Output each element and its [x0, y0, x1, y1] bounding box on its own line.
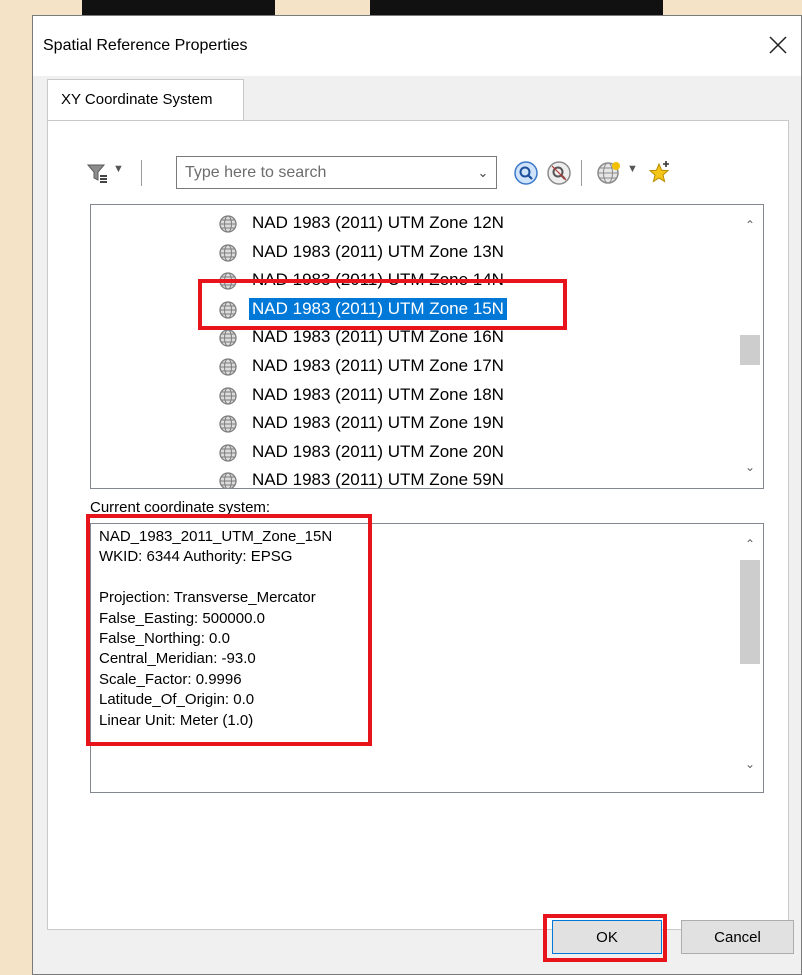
detail-line: WKID: 6344 Authority: EPSG: [99, 548, 293, 566]
dialog-title: Spatial Reference Properties: [43, 37, 248, 54]
list-item-label: NAD 1983 (2011) UTM Zone 19N: [252, 413, 504, 433]
globe-icon: [219, 415, 237, 433]
globe-icon: [219, 301, 237, 319]
add-favorite-icon[interactable]: [646, 160, 672, 186]
globe-icon: [219, 243, 237, 262]
list-item-label: NAD 1983 (2011) UTM Zone 12N: [252, 213, 504, 232]
search-dropdown-icon[interactable]: ⌄: [472, 161, 494, 184]
search-input[interactable]: [179, 158, 476, 187]
globe-caret-icon[interactable]: ▼: [627, 163, 638, 175]
close-button[interactable]: [761, 28, 795, 62]
globe-icon: [219, 444, 237, 462]
coordinate-system-list[interactable]: NAD 1983 (2011) UTM Zone 12N NAD 1983 (20…: [90, 204, 764, 489]
globe-icon: [219, 472, 237, 488]
ok-button[interactable]: OK: [552, 920, 662, 954]
close-icon: [769, 36, 787, 54]
globe-icon: [219, 329, 237, 348]
coordinate-system-details[interactable]: NAD_1983_2011_UTM_Zone_15N WKID: 6344 Aut…: [90, 523, 764, 793]
list-scroll-thumb[interactable]: [740, 335, 760, 365]
clear-search-icon[interactable]: [546, 160, 572, 186]
list-item-label: NAD 1983 (2011) UTM Zone 18N: [252, 384, 504, 404]
tab-xy-coordinate-system[interactable]: XY Coordinate System: [47, 79, 244, 121]
detail-line: Latitude_Of_Origin: 0.0: [99, 691, 255, 709]
globe-icon: [219, 215, 237, 233]
list-item-label: NAD 1983 (2011) UTM Zone 15N: [249, 297, 507, 320]
details-scroll-thumb[interactable]: [740, 560, 760, 664]
detail-line: Linear Unit: Meter (1.0): [99, 711, 254, 729]
spatial-reference-dialog: Spatial Reference Properties XY Coordina…: [32, 15, 802, 975]
tab-panel: ▼ ⌄ ▼: [47, 120, 789, 930]
detail-line: Scale_Factor: 0.9996: [99, 670, 242, 688]
list-item-label: NAD 1983 (2011) UTM Zone 17N: [252, 356, 504, 375]
search-combobox[interactable]: ⌄: [176, 156, 497, 189]
current-coordinate-system-label: Current coordinate system:: [90, 499, 271, 516]
filter-icon[interactable]: [86, 162, 108, 184]
list-item-label: NAD 1983 (2011) UTM Zone 14N: [252, 270, 504, 290]
title-bar: Spatial Reference Properties: [33, 16, 801, 76]
search-icon[interactable]: [513, 160, 539, 186]
details-scrollbar[interactable]: ⌃ ⌄: [737, 524, 763, 792]
detail-line: NAD_1983_2011_UTM_Zone_15N: [99, 528, 333, 545]
toolbar-separator: [141, 160, 142, 186]
list-item-label: NAD 1983 (2011) UTM Zone 13N: [252, 241, 504, 261]
list-scroll-down-icon[interactable]: ⌄: [737, 455, 763, 479]
globe-icon: [219, 358, 237, 376]
list-scroll-up-icon[interactable]: ⌃: [737, 213, 763, 237]
detail-line: Projection: Transverse_Mercator: [99, 589, 316, 607]
list-item-label: NAD 1983 (2011) UTM Zone 20N: [252, 441, 504, 461]
toolbar: ▼ ⌄ ▼: [86, 156, 706, 190]
globe-icon: [219, 272, 237, 290]
list-scrollbar[interactable]: ⌃ ⌄: [737, 205, 763, 488]
cancel-button[interactable]: Cancel: [681, 920, 794, 954]
redaction-block-right: [370, 0, 663, 15]
detail-line: False_Northing: 0.0: [99, 630, 230, 647]
globe-icon: [219, 386, 237, 405]
detail-line: False_Easting: 500000.0: [99, 609, 265, 627]
detail-line: Central_Meridian: -93.0: [99, 650, 256, 668]
list-item-label: NAD 1983 (2011) UTM Zone 59N: [252, 470, 504, 489]
toolbar-separator-2: [581, 160, 582, 186]
list-item-label: NAD 1983 (2011) UTM Zone 16N: [252, 327, 504, 347]
globe-dropdown-icon[interactable]: [596, 160, 622, 186]
details-scroll-up-icon[interactable]: ⌃: [737, 532, 763, 556]
details-scroll-down-icon[interactable]: ⌄: [737, 752, 763, 776]
filter-dropdown-icon[interactable]: ▼: [113, 163, 124, 175]
redaction-block-left: [82, 0, 275, 15]
